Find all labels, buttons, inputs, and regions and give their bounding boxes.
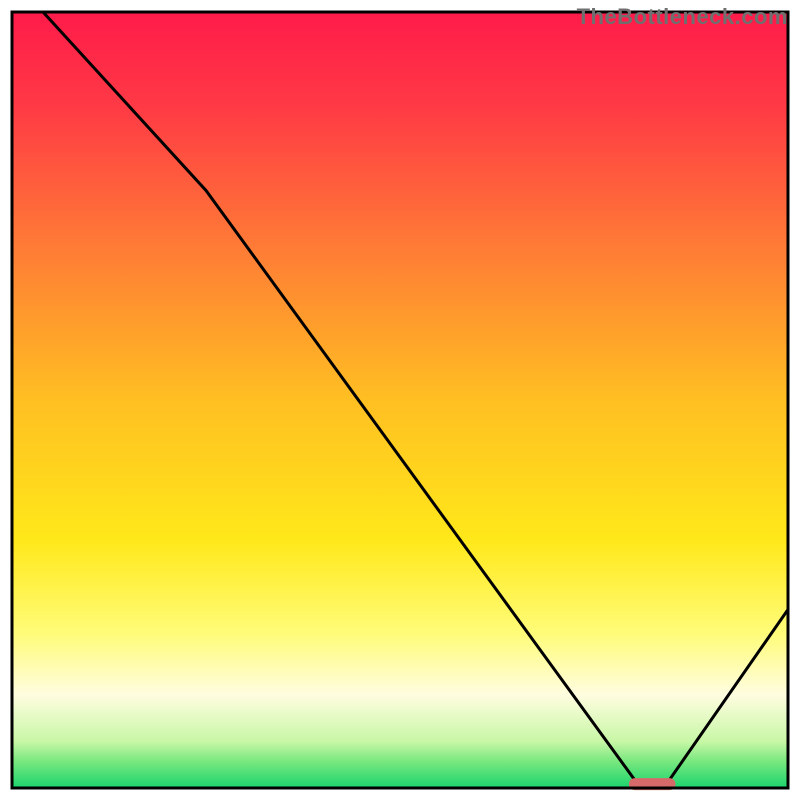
watermark-text: TheBottleneck.com (577, 4, 788, 30)
chart-container: TheBottleneck.com (0, 0, 800, 800)
bottleneck-chart (0, 0, 800, 800)
gradient-background (12, 12, 788, 788)
